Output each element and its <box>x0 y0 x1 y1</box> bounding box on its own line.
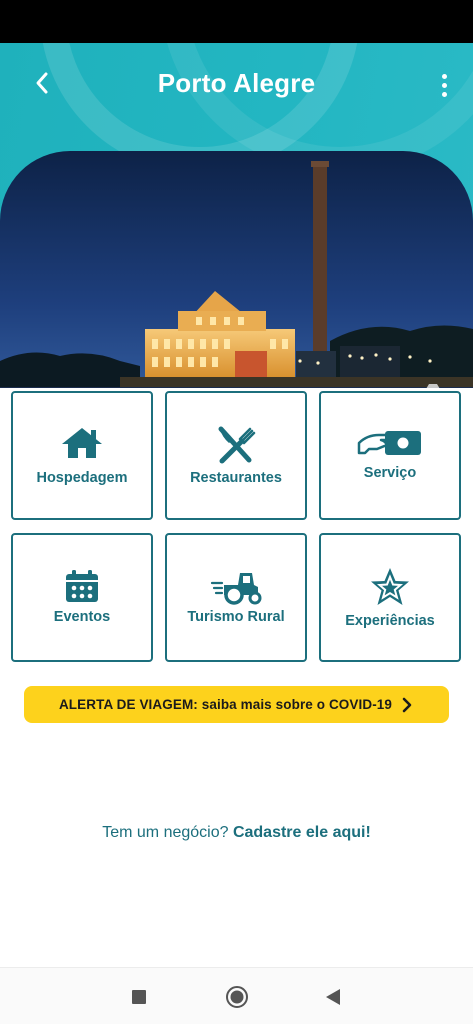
home-icon <box>62 428 102 458</box>
recents-button[interactable] <box>124 982 154 1012</box>
alert-text: ALERTA DE VIAGEM: saiba mais sobre o COV… <box>58 697 393 712</box>
back-nav-button[interactable] <box>318 982 348 1012</box>
more-vertical-icon-dot <box>441 91 447 97</box>
circle-icon <box>226 986 248 1008</box>
category-tile-restaurantes[interactable]: Restaurantes <box>165 391 307 520</box>
home-nav-button[interactable] <box>222 982 252 1012</box>
category-label: Hospedagem <box>36 470 128 486</box>
fork-knife-icon <box>218 426 256 464</box>
city-photo <box>0 151 473 388</box>
category-tile-servico[interactable]: Serviço <box>319 391 461 520</box>
tractor-icon <box>210 573 262 605</box>
more-vertical-icon-dot <box>441 82 447 88</box>
category-label: Turismo Rural <box>187 609 285 625</box>
camera-icon <box>426 384 440 388</box>
system-nav-bar <box>0 967 473 1024</box>
app-header: Porto Alegre <box>0 43 473 388</box>
hand-card-icon <box>357 431 421 455</box>
category-label: Serviço <box>363 465 417 481</box>
status-bar <box>0 0 473 43</box>
square-icon <box>132 990 146 1004</box>
category-tile-experiencias[interactable]: Experiências <box>319 533 461 662</box>
camera-button[interactable] <box>415 381 451 388</box>
more-options-button[interactable] <box>429 65 459 105</box>
hero-image <box>0 151 473 388</box>
category-tile-turismo-rural[interactable]: Turismo Rural <box>165 533 307 662</box>
page-title: Porto Alegre <box>157 68 316 98</box>
register-business-link[interactable]: Cadastre ele aqui! <box>233 824 371 841</box>
category-label: Eventos <box>53 609 111 625</box>
chevron-right-icon <box>402 697 412 712</box>
cta-prefix: Tem um negócio? <box>102 824 233 841</box>
star-icon <box>371 568 409 605</box>
calendar-icon <box>66 570 98 602</box>
covid-alert-banner[interactable]: ALERTA DE VIAGEM: saiba mais sobre o COV… <box>24 686 449 723</box>
category-tile-eventos[interactable]: Eventos <box>11 533 153 662</box>
triangle-back-icon <box>326 989 340 1005</box>
more-vertical-icon <box>441 73 447 79</box>
register-business-prompt: Tem um negócio? Cadastre ele aqui! <box>0 824 473 842</box>
category-tile-hospedagem[interactable]: Hospedagem <box>11 391 153 520</box>
category-label: Restaurantes <box>190 470 282 486</box>
category-label: Experiências <box>345 613 435 629</box>
